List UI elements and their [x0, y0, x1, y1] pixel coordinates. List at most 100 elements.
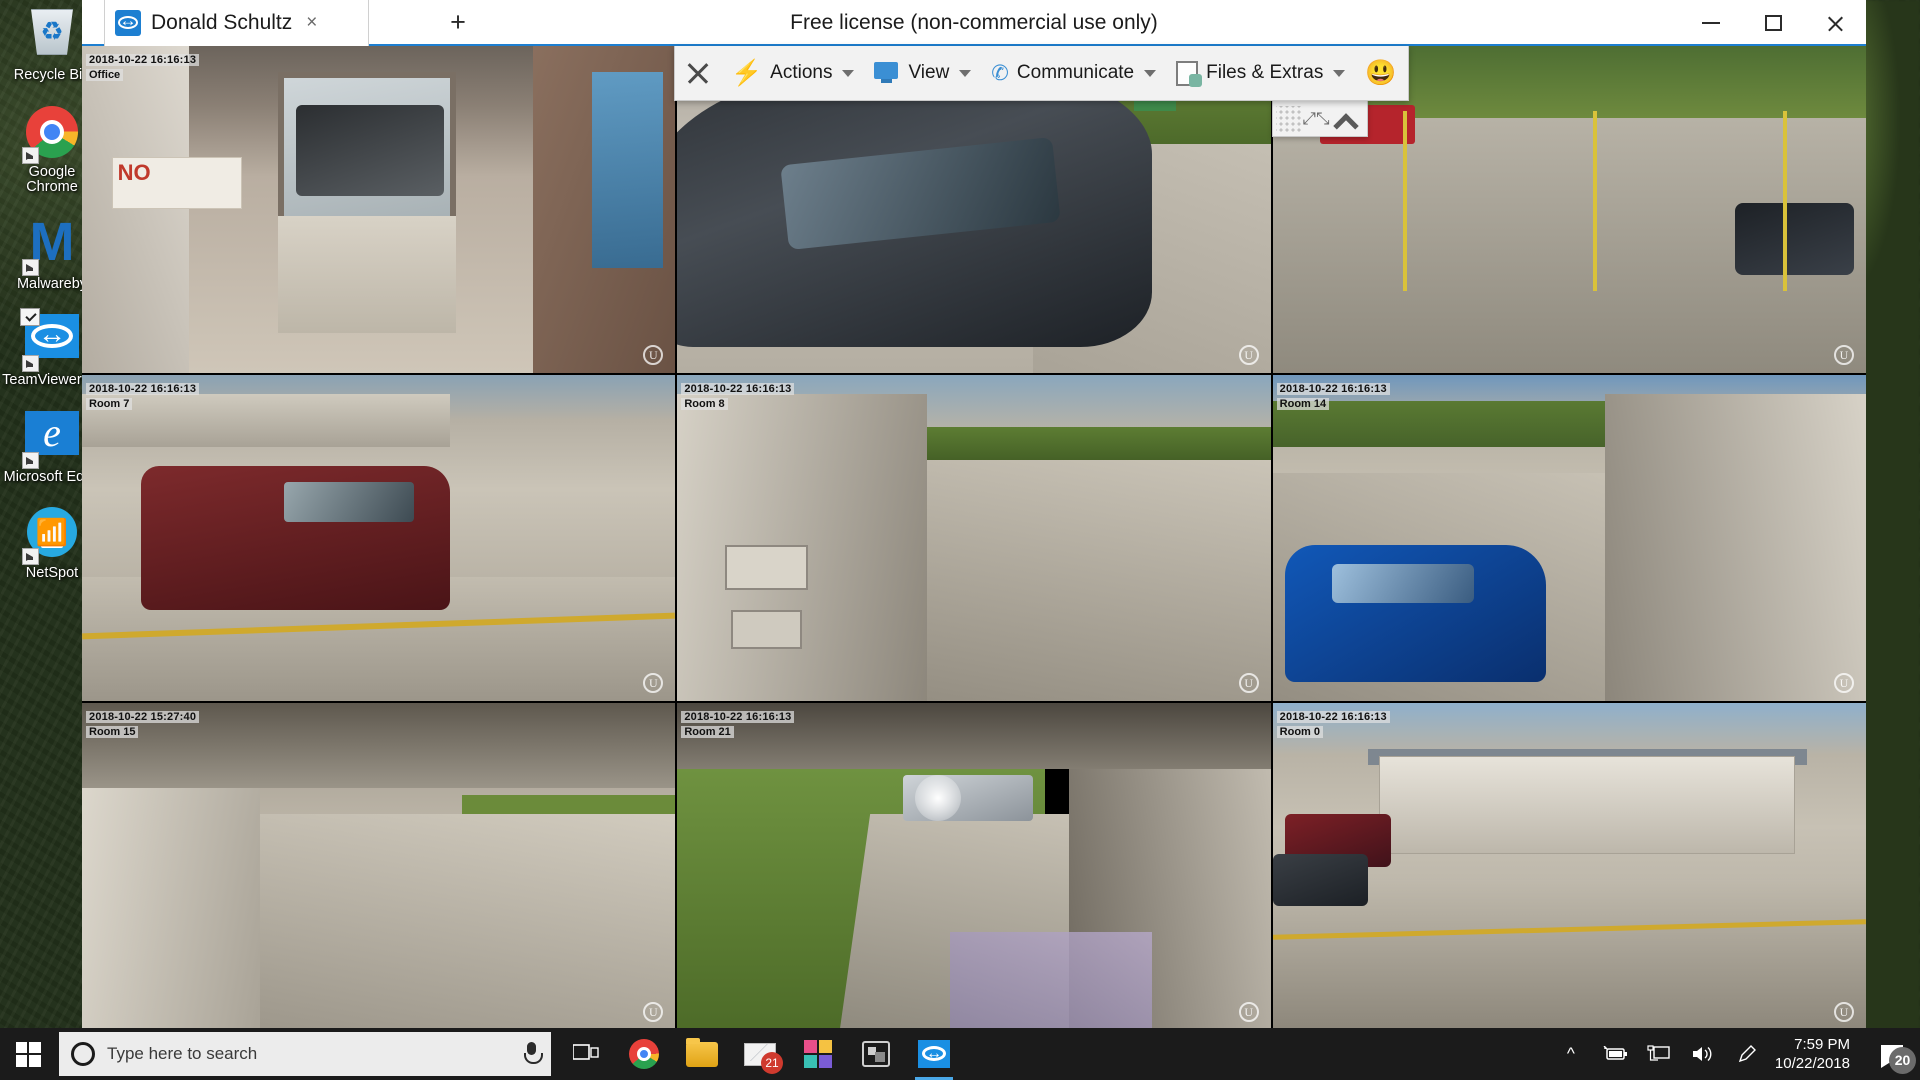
actions-menu-label: Actions: [770, 62, 833, 83]
camera-tile[interactable]: 2018-10-22 16:16:13 Room 7 U: [82, 374, 676, 702]
taskbar-item-store[interactable]: [847, 1028, 905, 1080]
file-puzzle-icon: [1176, 60, 1203, 87]
close-icon: [685, 60, 711, 86]
minimize-button[interactable]: [1680, 0, 1742, 46]
camera-timestamp: 2018-10-22 16:16:13: [681, 711, 795, 724]
camera-timestamp: 2018-10-22 16:16:13: [1276, 382, 1390, 395]
camera-name: Room 8: [681, 397, 728, 410]
session-tab-donald-schultz[interactable]: Donald Schultz ×: [104, 0, 369, 46]
actions-menu[interactable]: ⚡ Actions: [721, 46, 864, 100]
windows-ink-icon[interactable]: [1725, 1028, 1769, 1080]
chevron-down-icon: [959, 69, 972, 77]
network-icon[interactable]: [1637, 1028, 1681, 1080]
camera-osd: 2018-10-22 16:16:13 Office: [86, 50, 200, 81]
remote-session-toolbar: ⚡ Actions View ✆ Communicate Files & Ext…: [674, 46, 1409, 101]
file-explorer-taskbar-icon: [686, 1037, 718, 1067]
camera-tile[interactable]: 2018-10-22 16:16:13 Room 21 U: [677, 703, 1271, 1030]
smiley-button[interactable]: 😃: [1355, 46, 1406, 100]
camera-name: Room 21: [681, 726, 734, 739]
clock-time: 7:59 PM: [1794, 1036, 1850, 1053]
camera-osd: 2018-10-22 16:16:13 Room 21: [681, 707, 795, 739]
photos-taskbar-icon: [804, 1040, 832, 1068]
camera-timestamp: 2018-10-22 16:16:13: [1276, 711, 1390, 724]
taskbar-item-teamviewer[interactable]: ↔: [905, 1028, 963, 1080]
camera-osd: 2018-10-22 15:27:40 Room 15: [86, 707, 200, 739]
show-hidden-icons-button[interactable]: ^: [1549, 1028, 1593, 1080]
camera-name: Room 15: [86, 726, 139, 739]
camera-tile[interactable]: 2018-10-22 16:16:13 Room 14 U: [1272, 374, 1866, 702]
camera-osd: 2018-10-22 16:16:13 Room 14: [1276, 379, 1390, 410]
camera-osd: 2018-10-22 16:16:13 Room 7: [86, 379, 200, 410]
ubiquiti-watermark-icon: U: [1238, 344, 1259, 365]
clock-date: 10/22/2018: [1774, 1055, 1850, 1072]
view-menu[interactable]: View: [864, 46, 981, 100]
files-and-extras-menu[interactable]: Files & Extras: [1166, 46, 1355, 100]
taskbar-item-file-explorer[interactable]: [673, 1028, 731, 1080]
teamviewer-window: Free license (non-commercial use only) D…: [82, 0, 1866, 1030]
camera-name: Room 0: [1276, 726, 1323, 739]
bolt-icon: ⚡: [731, 58, 763, 87]
camera-grid: NO 2018-10-22 16:16:13 Office U 2018-10-…: [82, 46, 1866, 1030]
camera-tile[interactable]: NO 2018-10-22 16:16:13 Office U: [82, 46, 676, 373]
teamviewer-icon: [20, 308, 80, 372]
malwarebytes-icon: [22, 218, 80, 276]
chrome-taskbar-icon: [629, 1039, 659, 1069]
taskbar-item-photos[interactable]: [789, 1028, 847, 1080]
recycle-bin-icon: [24, 9, 80, 65]
camera-name: Room 14: [1276, 397, 1330, 410]
chevron-up-icon[interactable]: [1330, 106, 1360, 132]
close-button[interactable]: [1804, 0, 1866, 46]
ubiquiti-watermark-icon: U: [643, 344, 664, 365]
taskbar-item-mail[interactable]: 21: [731, 1028, 789, 1080]
session-tab-label: Donald Schultz: [151, 11, 293, 34]
communicate-menu[interactable]: ✆ Communicate: [981, 46, 1166, 100]
files-and-extras-menu-label: Files & Extras: [1206, 62, 1324, 83]
taskbar-item-chrome[interactable]: [615, 1028, 673, 1080]
microphone-icon[interactable]: [523, 1042, 543, 1066]
windows-logo-icon: [15, 1041, 41, 1067]
store-taskbar-icon: [862, 1041, 890, 1067]
checkbox-icon: [20, 308, 40, 326]
battery-icon[interactable]: [1593, 1028, 1637, 1080]
search-input[interactable]: Type here to search: [59, 1032, 551, 1076]
window-titlebar: Free license (non-commercial use only) D…: [82, 0, 1866, 46]
camera-timestamp: 2018-10-22 16:16:13: [681, 382, 795, 395]
chevron-down-icon: [842, 69, 855, 77]
fullscreen-arrows-icon[interactable]: ⤢⤡: [1302, 106, 1330, 132]
remote-desktop-view[interactable]: NO 2018-10-22 16:16:13 Office U 2018-10-…: [82, 46, 1866, 1030]
netspot-icon: [22, 507, 80, 565]
volume-icon[interactable]: [1681, 1028, 1725, 1080]
ubiquiti-watermark-icon: U: [1833, 344, 1854, 365]
camera-name: Office: [86, 69, 124, 81]
drag-handle-icon[interactable]: [1276, 105, 1302, 132]
phone-chat-icon: ✆: [991, 61, 1009, 85]
close-tab-icon[interactable]: ×: [306, 12, 317, 34]
cortana-icon: [71, 1042, 95, 1066]
camera-osd: 2018-10-22 16:16:13 Room 8: [681, 379, 795, 410]
task-view-button[interactable]: [557, 1028, 615, 1080]
taskbar-clock[interactable]: 7:59 PM 10/22/2018: [1769, 1035, 1864, 1073]
camera-timestamp: 2018-10-22 16:16:13: [86, 54, 200, 66]
window-controls: [1680, 0, 1866, 46]
camera-timestamp: 2018-10-22 16:16:13: [86, 382, 200, 395]
action-center-button[interactable]: 20: [1864, 1028, 1920, 1080]
start-button[interactable]: [0, 1028, 56, 1080]
ubiquiti-watermark-icon: U: [1238, 1001, 1259, 1022]
smiley-icon: 😃: [1365, 58, 1397, 87]
action-center-badge: 20: [1889, 1047, 1916, 1074]
teamviewer-taskbar-icon: ↔: [918, 1040, 950, 1068]
chevron-down-icon: [1333, 69, 1346, 77]
camera-tile[interactable]: 2018-10-22 16:16:13 Room 0 U: [1272, 703, 1866, 1030]
chrome-icon: [22, 105, 80, 164]
system-tray: ^ 7:59 PM 10/22/2018 20: [1549, 1028, 1920, 1080]
camera-tile[interactable]: 2018-10-22 15:27:40 Room 15 U: [82, 703, 676, 1030]
search-placeholder: Type here to search: [107, 1044, 258, 1063]
close-session-button[interactable]: [675, 46, 721, 100]
chevron-down-icon: [1144, 69, 1157, 77]
ubiquiti-watermark-icon: U: [1238, 673, 1259, 694]
camera-osd: 2018-10-22 16:16:13 Room 0: [1276, 707, 1390, 739]
maximize-button[interactable]: [1742, 0, 1804, 46]
camera-tile[interactable]: 2018-10-22 16:16:13 Room 8 U: [677, 374, 1271, 702]
task-view-icon: [573, 1044, 599, 1060]
new-tab-button[interactable]: +: [442, 8, 474, 38]
